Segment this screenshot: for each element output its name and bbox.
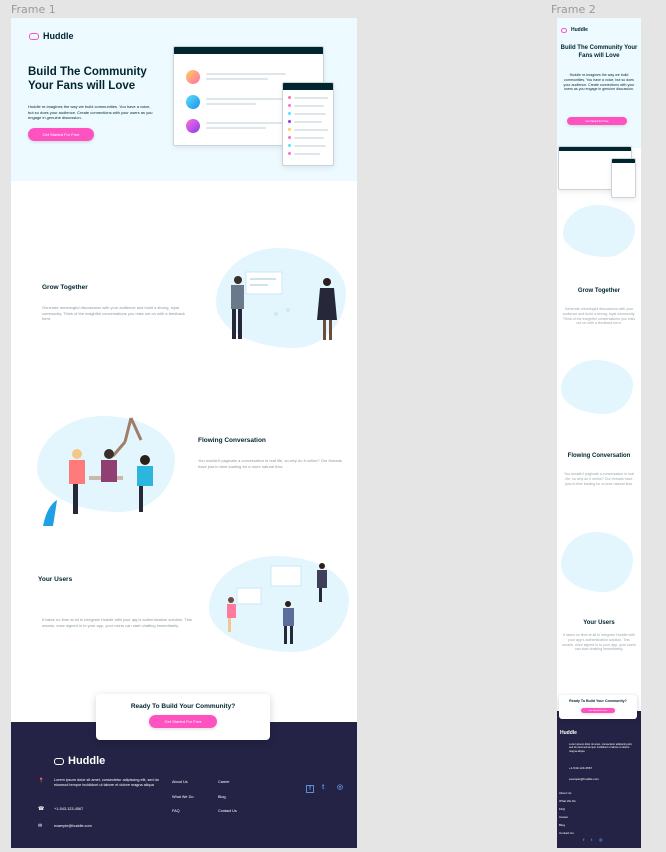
hero-description: Huddle re-imagines the way we build comm… xyxy=(28,104,153,120)
mobile-footer-phone: +1-543-123-4567 xyxy=(569,766,593,770)
chat-bubble-icon xyxy=(29,32,39,40)
frame-1-label: Frame 1 xyxy=(11,3,56,16)
hero-title: Build The Community Your Fans will Love xyxy=(28,66,147,92)
instagram-icon[interactable]: ◎ xyxy=(337,783,343,791)
logo-text: Huddle xyxy=(43,31,74,41)
footer-link-faq[interactable]: FAQ xyxy=(172,809,180,814)
mobile-feature-text: You wouldn't paginate a conversation in … xyxy=(563,472,635,486)
footer-link-contact[interactable]: Contact Us xyxy=(218,809,237,814)
mobile-footer: Huddle Lorem ipsum dolor sit amet, conse… xyxy=(557,711,641,848)
cta-get-started-button[interactable]: Get Started For Free xyxy=(149,715,217,728)
mobile-cta-card: Ready To Build Your Community? Get Start… xyxy=(559,695,637,719)
footer: Huddle 📍 Lorem ipsum dolor sit amet, con… xyxy=(11,722,357,848)
mobile-footer-address: Lorem ipsum dolor sit amet, consectetur … xyxy=(569,743,633,753)
mobile-logo[interactable]: Huddle xyxy=(561,27,588,33)
hero-section: Huddle Build The Community Your Fans wil… xyxy=(11,18,357,181)
avatar xyxy=(186,119,200,133)
facebook-icon[interactable]: f xyxy=(306,785,314,793)
cta-title: Ready To Build Your Community? xyxy=(130,703,236,710)
mobile-footer-link[interactable]: About Us xyxy=(559,791,571,795)
mobile-footer-logo[interactable]: Huddle xyxy=(560,730,577,736)
mobile-footer-link[interactable]: Contact Us xyxy=(559,831,574,835)
phone-icon: ☎ xyxy=(38,806,45,812)
header-logo[interactable]: Huddle xyxy=(29,31,74,41)
people-illustration xyxy=(231,271,337,340)
feature-text: Generate meaningful discussions with you… xyxy=(42,305,185,321)
footer-email[interactable]: example@huddle.com xyxy=(54,824,92,829)
mobile-hero-title: Build The Community Your Fans will Love xyxy=(560,45,638,59)
avatar xyxy=(186,95,200,109)
mobile-hero-description: Huddle re-imagines the way we build comm… xyxy=(563,73,635,92)
mobile-get-started-button[interactable]: Get Started For Free xyxy=(567,117,627,125)
location-icon: 📍 xyxy=(38,778,45,784)
desktop-frame: Huddle Build The Community Your Fans wil… xyxy=(11,18,357,848)
mobile-feature-text: Generate meaningful discussions with you… xyxy=(562,307,636,326)
chat-bubble-icon xyxy=(561,27,567,33)
mobile-cta-title: Ready To Build Your Community? xyxy=(569,699,627,703)
footer-logo[interactable]: Huddle xyxy=(54,755,105,767)
mobile-footer-link[interactable]: FAQ xyxy=(559,807,565,811)
mobile-footer-logo-text: Huddle xyxy=(560,730,577,736)
footer-address: Lorem ipsum dolor sit amet, consectetur … xyxy=(54,778,159,787)
frame-2-label: Frame 2 xyxy=(551,3,596,16)
get-started-button[interactable]: Get Started For Free xyxy=(28,128,94,141)
mobile-illustration-flowing xyxy=(561,360,633,414)
mobile-footer-link[interactable]: Career xyxy=(559,815,568,819)
chat-bubble-icon xyxy=(54,757,64,765)
avatar xyxy=(186,70,200,84)
footer-link-blog[interactable]: Blog xyxy=(218,795,226,800)
mobile-illustration-users xyxy=(561,532,633,592)
mobile-app-mockup-small xyxy=(611,158,636,198)
email-icon: ✉ xyxy=(38,823,43,829)
footer-phone: +1-543-123-4567 xyxy=(54,807,84,811)
app-mockup-mobile xyxy=(282,82,334,166)
mobile-footer-link[interactable]: What We Do xyxy=(559,799,576,803)
feature-title: Your Users xyxy=(38,576,73,583)
mobile-footer-link[interactable]: Blog xyxy=(559,823,565,827)
mobile-feature-text: It takes no time at all to integrate Hud… xyxy=(562,633,636,652)
facebook-icon[interactable]: f xyxy=(583,837,584,842)
mobile-logo-text: Huddle xyxy=(571,27,588,33)
footer-link-about[interactable]: About Us xyxy=(172,780,188,785)
footer-logo-text: Huddle xyxy=(68,755,106,767)
mobile-feature-title: Flowing Conversation xyxy=(567,453,631,459)
cta-card: Ready To Build Your Community? Get Start… xyxy=(96,694,270,740)
users-illustration xyxy=(227,563,327,644)
mobile-feature-title: Your Users xyxy=(583,620,615,626)
mobile-frame: Huddle Build The Community Your Fans wil… xyxy=(557,18,641,848)
feature-title: Grow Together xyxy=(42,284,88,291)
mobile-footer-email[interactable]: example@huddle.com xyxy=(569,777,599,781)
feature-title: Flowing Conversation xyxy=(198,437,266,444)
twitter-icon[interactable]: t xyxy=(322,784,324,791)
footer-link-career[interactable]: Career xyxy=(218,780,230,785)
feature-text: You wouldn't paginate a conversation in … xyxy=(198,458,342,469)
feature-text: It takes no time at all to integrate Hud… xyxy=(42,617,192,628)
twitter-icon[interactable]: t xyxy=(591,837,592,842)
mobile-feature-title: Grow Together xyxy=(577,288,621,294)
mobile-illustration-grow xyxy=(563,205,635,257)
mobile-cta-button[interactable]: Get Started For Free xyxy=(581,708,615,713)
meeting-illustration xyxy=(43,417,153,526)
instagram-icon[interactable]: ◎ xyxy=(599,837,603,842)
footer-link-what-we-do[interactable]: What We Do xyxy=(172,795,193,800)
